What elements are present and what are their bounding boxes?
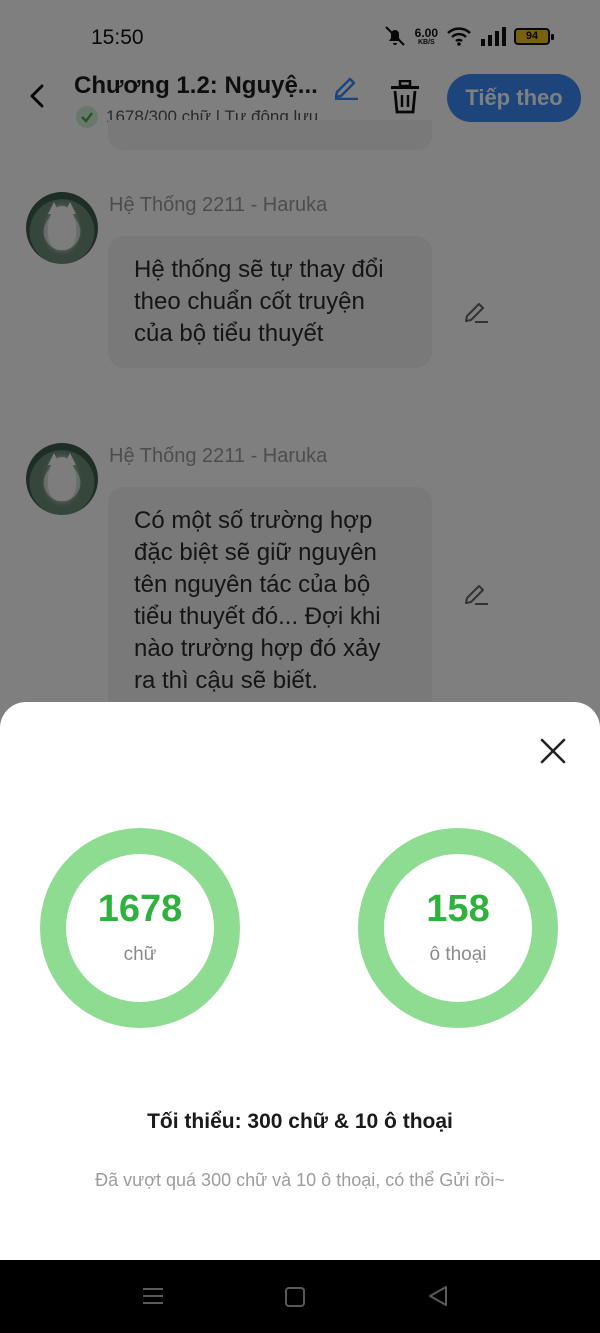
close-icon[interactable] bbox=[538, 736, 568, 766]
word-count-value: 1678 bbox=[97, 888, 183, 930]
back-triangle-icon[interactable] bbox=[426, 1284, 450, 1308]
minimum-requirement: Tối thiểu: 300 chữ & 10 ô thoại bbox=[147, 1110, 453, 1133]
word-count-ring: 1678 chữ bbox=[40, 828, 240, 1028]
recent-apps-icon[interactable] bbox=[142, 1286, 164, 1306]
dialogue-count-value: 158 bbox=[426, 888, 490, 930]
word-count-sheet: 1678 chữ 158 ô thoại Tối thiểu: 300 chữ … bbox=[0, 702, 600, 1260]
dialogue-count-ring: 158 ô thoại bbox=[358, 828, 558, 1028]
system-nav-bar bbox=[0, 1260, 600, 1333]
home-icon[interactable] bbox=[285, 1287, 305, 1307]
word-count-unit: chữ bbox=[123, 944, 157, 965]
submit-hint: Đã vượt quá 300 chữ và 10 ô thoại, có th… bbox=[95, 1170, 505, 1190]
dialogue-count-unit: ô thoại bbox=[429, 944, 487, 965]
